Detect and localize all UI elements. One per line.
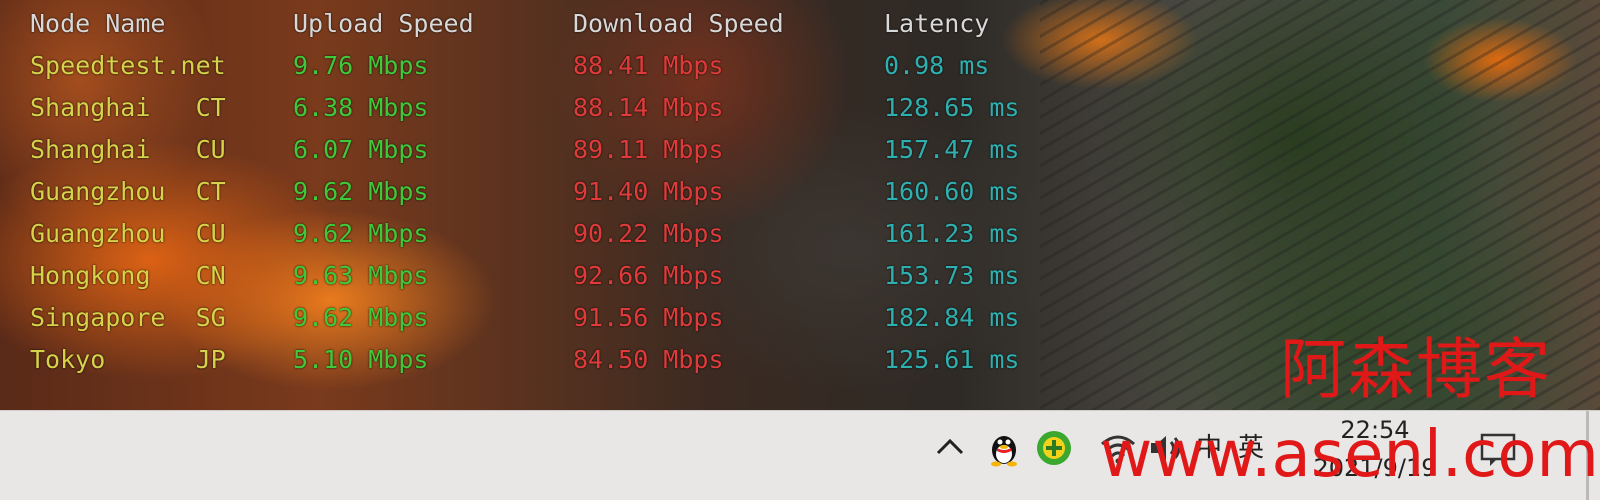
latency-cell: 161.23 ms — [884, 219, 1020, 248]
node-name-cell: Speedtest.net — [30, 51, 226, 80]
download-speed-cell: 89.11 Mbps — [573, 135, 724, 164]
download-speed-cell: 88.14 Mbps — [573, 93, 724, 122]
node-name-cell: Hongkong CN — [30, 261, 226, 290]
node-name-cell: Tokyo JP — [30, 345, 226, 374]
upload-speed-cell: 5.10 Mbps — [293, 345, 429, 374]
download-speed-cell: 88.41 Mbps — [573, 51, 724, 80]
header-upload-speed: Upload Speed — [293, 9, 474, 38]
table-header-row: Node Name Upload Speed Download Speed La… — [0, 3, 989, 45]
download-speed-cell: 92.66 Mbps — [573, 261, 724, 290]
upload-speed-cell: 9.62 Mbps — [293, 219, 429, 248]
node-name-cell: Guangzhou CU — [30, 219, 226, 248]
latency-cell: 160.60 ms — [884, 177, 1020, 206]
download-speed-cell: 91.40 Mbps — [573, 177, 724, 206]
upload-speed-cell: 6.07 Mbps — [293, 135, 429, 164]
qq-penguin-icon[interactable] — [984, 428, 1024, 468]
latency-cell: 125.61 ms — [884, 345, 1020, 374]
terminal-output: Node Name Upload Speed Download Speed La… — [0, 0, 1019, 381]
header-download-speed: Download Speed — [573, 9, 784, 38]
node-name-cell: Guangzhou CT — [30, 177, 226, 206]
node-name-cell: Shanghai CT — [30, 93, 226, 122]
360-security-icon[interactable] — [1034, 428, 1074, 468]
node-name-cell: Shanghai CU — [30, 135, 226, 164]
upload-speed-cell: 9.63 Mbps — [293, 261, 429, 290]
watermark-url: www.asenl.com — [1100, 418, 1599, 492]
latency-cell: 157.47 ms — [884, 135, 1020, 164]
download-speed-cell: 91.56 Mbps — [573, 303, 724, 332]
table-row: Guangzhou CT 9.62 Mbps 91.40 Mbps 160.60… — [0, 171, 1019, 213]
download-speed-cell: 84.50 Mbps — [573, 345, 724, 374]
360-security-glyph — [1037, 431, 1071, 465]
upload-speed-cell: 9.62 Mbps — [293, 303, 429, 332]
download-speed-cell: 90.22 Mbps — [573, 219, 724, 248]
qq-penguin-glyph — [991, 436, 1017, 467]
chevron-up-icon[interactable] — [932, 429, 968, 465]
desktop-screen: Node Name Upload Speed Download Speed La… — [0, 0, 1600, 500]
table-row: Speedtest.net 9.76 Mbps 88.41 Mbps 0.98 … — [0, 45, 989, 87]
table-row: Singapore SG 9.62 Mbps 91.56 Mbps 182.84… — [0, 297, 1019, 339]
table-row: Shanghai CU 6.07 Mbps 89.11 Mbps 157.47 … — [0, 129, 1019, 171]
header-latency: Latency — [884, 9, 990, 38]
upload-speed-cell: 9.62 Mbps — [293, 177, 429, 206]
upload-speed-cell: 9.76 Mbps — [293, 51, 429, 80]
table-row: Shanghai CT 6.38 Mbps 88.14 Mbps 128.65 … — [0, 87, 1019, 129]
node-name-cell: Singapore SG — [30, 303, 226, 332]
latency-cell: 182.84 ms — [884, 303, 1020, 332]
watermark-title: 阿森博客 — [1280, 331, 1552, 408]
table-row: Hongkong CN 9.63 Mbps 92.66 Mbps 153.73 … — [0, 255, 1019, 297]
table-row: Tokyo JP 5.10 Mbps 84.50 Mbps 125.61 ms — [0, 339, 1019, 381]
latency-cell: 128.65 ms — [884, 93, 1020, 122]
latency-cell: 0.98 ms — [884, 51, 990, 80]
chevron-up-icon-glyph — [936, 438, 964, 455]
upload-speed-cell: 6.38 Mbps — [293, 93, 429, 122]
latency-cell: 153.73 ms — [884, 261, 1020, 290]
table-row: Guangzhou CU 9.62 Mbps 90.22 Mbps 161.23… — [0, 213, 1019, 255]
header-node-name: Node Name — [30, 9, 166, 38]
